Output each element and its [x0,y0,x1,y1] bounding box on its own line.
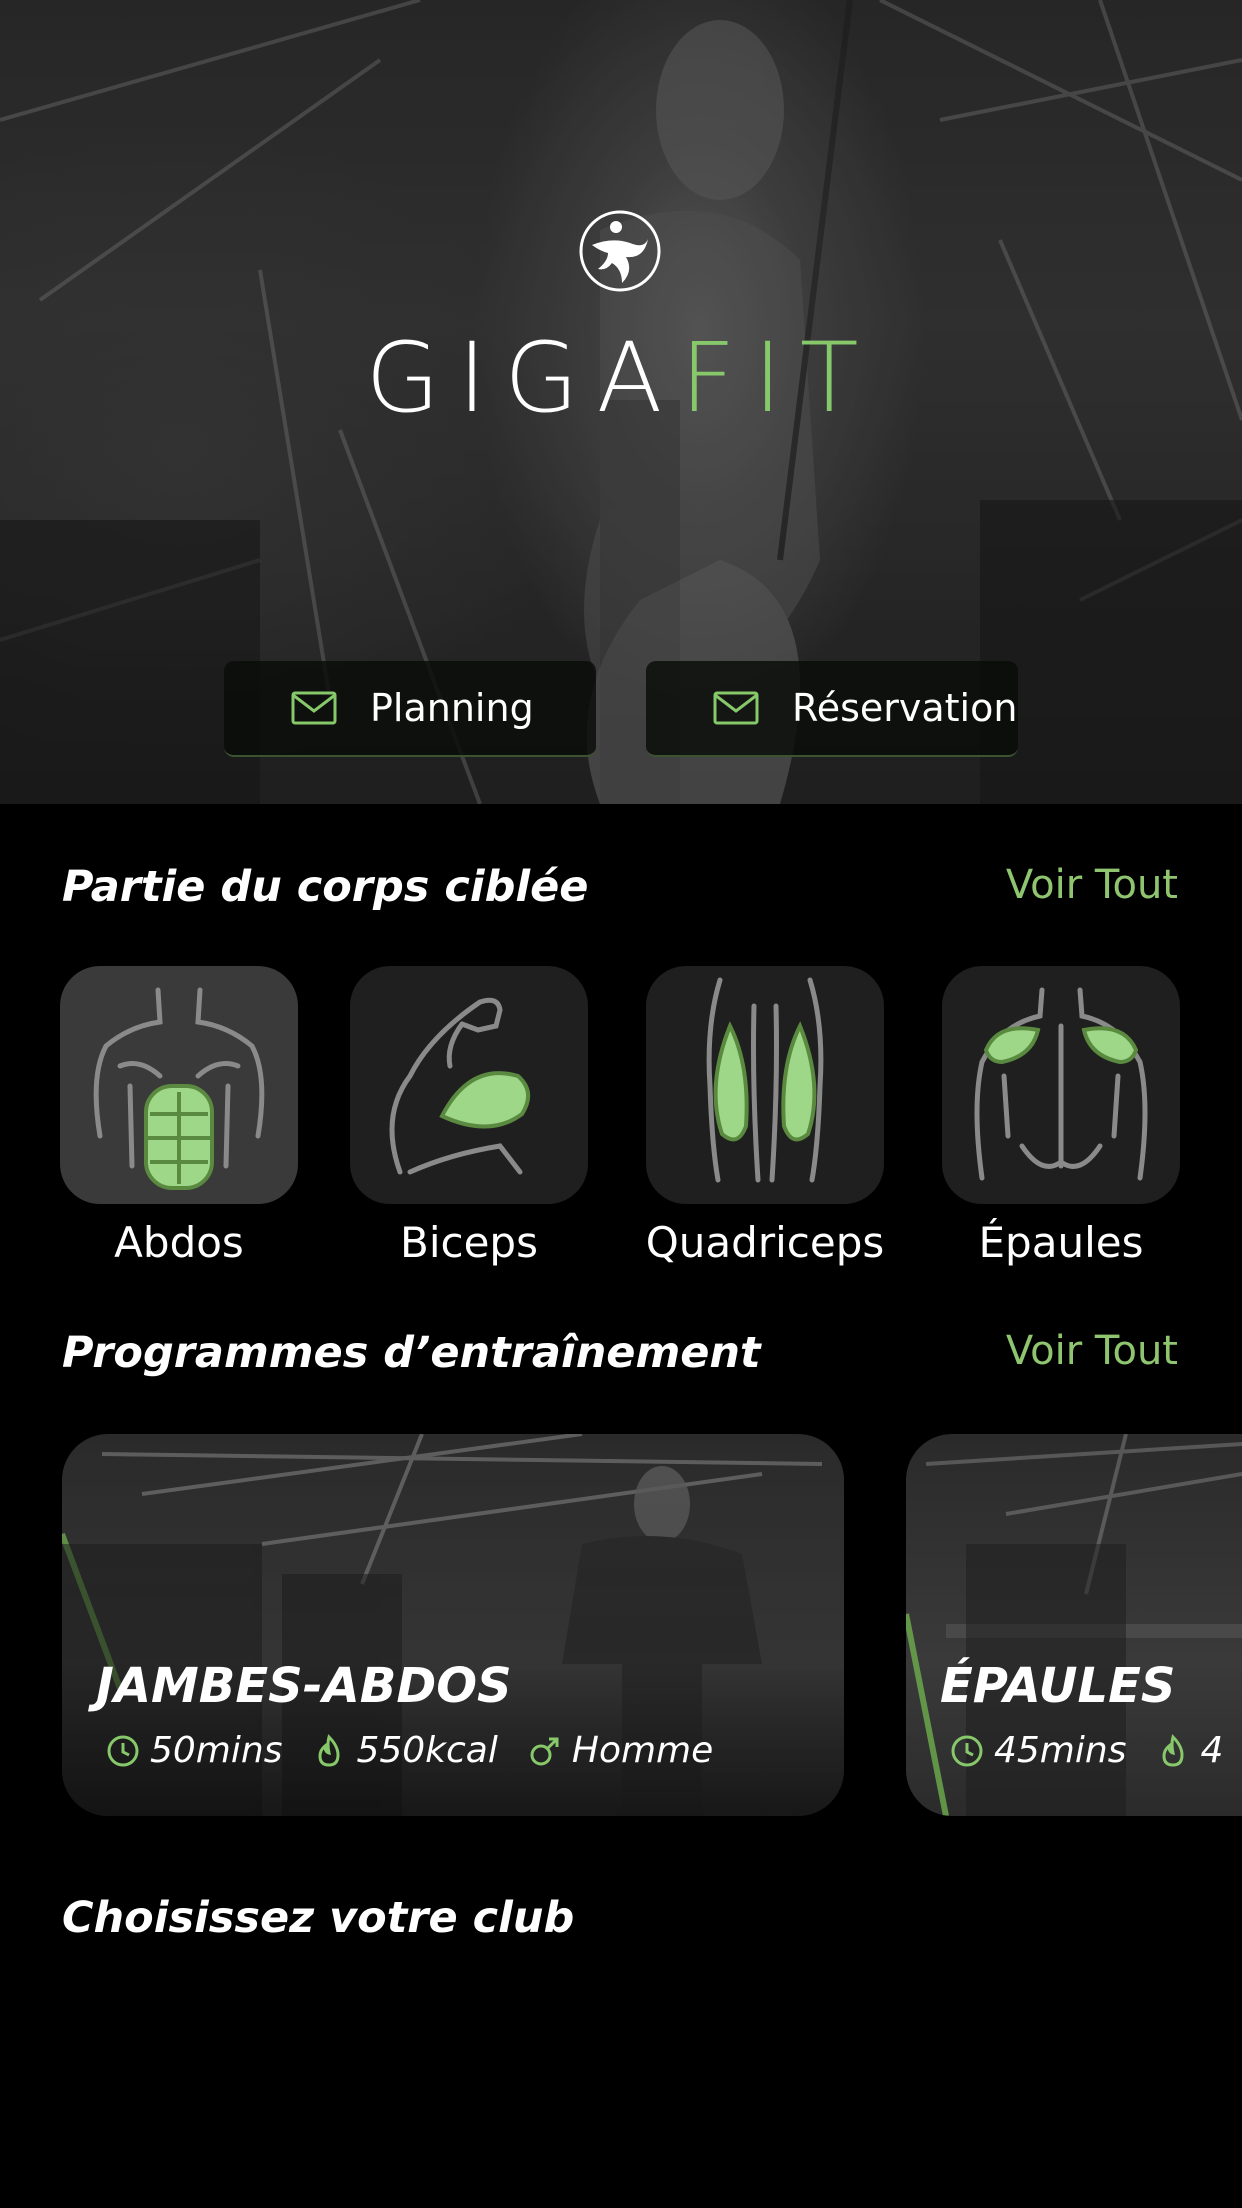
reservation-button-label: Réservation [792,686,1018,730]
programs-title: Programmes d’entraînement [62,1328,761,1378]
program-title: ÉPAULES [940,1658,1176,1714]
hero-banner: GIGAFIT Planning Réservation [0,0,1242,804]
program-title: JAMBES-ABDOS [96,1658,512,1714]
program-duration: 45mins [950,1730,1126,1771]
reservation-button[interactable]: Réservation [646,661,1018,757]
body-part-label: Quadriceps [645,1218,885,1267]
body-part-label: Biceps [400,1218,538,1267]
body-part-tile [60,966,298,1204]
body-part-tile [646,966,884,1204]
programs-see-all-link[interactable]: Voir Tout [1006,1328,1178,1374]
clock-icon [951,1735,983,1766]
male-icon [530,1737,559,1765]
body-part-biceps[interactable]: Biceps [350,966,588,1267]
program-duration: 50mins [106,1730,282,1771]
body-part-quadriceps[interactable]: Quadriceps [646,966,884,1267]
planning-button-label: Planning [370,686,534,730]
quadriceps-icon [706,977,824,1183]
program-meta: 45mins 4 [950,1730,1242,1771]
flame-icon [318,1733,340,1767]
mail-icon [713,691,759,725]
clock-icon [107,1735,139,1766]
brand-fit: FIT [680,322,877,434]
flame-icon [1162,1733,1184,1767]
planning-button[interactable]: Planning [224,661,596,757]
brand-wordmark: GIGAFIT [0,322,1242,434]
program-calories: 4 [1156,1730,1223,1771]
body-parts-see-all-link[interactable]: Voir Tout [1006,862,1178,908]
brand-giga: GIGA [365,322,681,434]
body-parts-title: Partie du corps ciblée [62,862,589,912]
mail-icon [291,691,337,725]
program-duration-value: 45mins [994,1730,1127,1771]
program-meta: 50mins 550kcal Homme [106,1730,743,1771]
program-calories: 550kcal [312,1730,498,1771]
program-card-jambes-abdos[interactable]: JAMBES-ABDOS 50mins 550kcal Homme [62,1434,844,1816]
program-calories-value: 550kcal [356,1730,498,1771]
body-part-epaules[interactable]: Épaules [942,966,1180,1267]
clubs-title: Choisissez votre club [62,1893,575,1943]
body-part-label: Abdos [114,1218,244,1267]
program-gender-value: Homme [571,1730,714,1771]
shoulders-icon [974,987,1148,1181]
program-gender: Homme [528,1730,713,1771]
abs-icon [93,987,265,1190]
program-calories-value: 4 [1200,1730,1224,1771]
body-part-tile [942,966,1180,1204]
body-part-tile [350,966,588,1204]
program-card-epaules[interactable]: ÉPAULES 45mins 4 [906,1434,1242,1816]
body-part-label: Épaules [978,1218,1144,1267]
gigafit-logo-icon [579,210,661,292]
biceps-icon [389,997,530,1175]
program-duration-value: 50mins [150,1730,283,1771]
body-part-abdos[interactable]: Abdos [60,966,298,1267]
